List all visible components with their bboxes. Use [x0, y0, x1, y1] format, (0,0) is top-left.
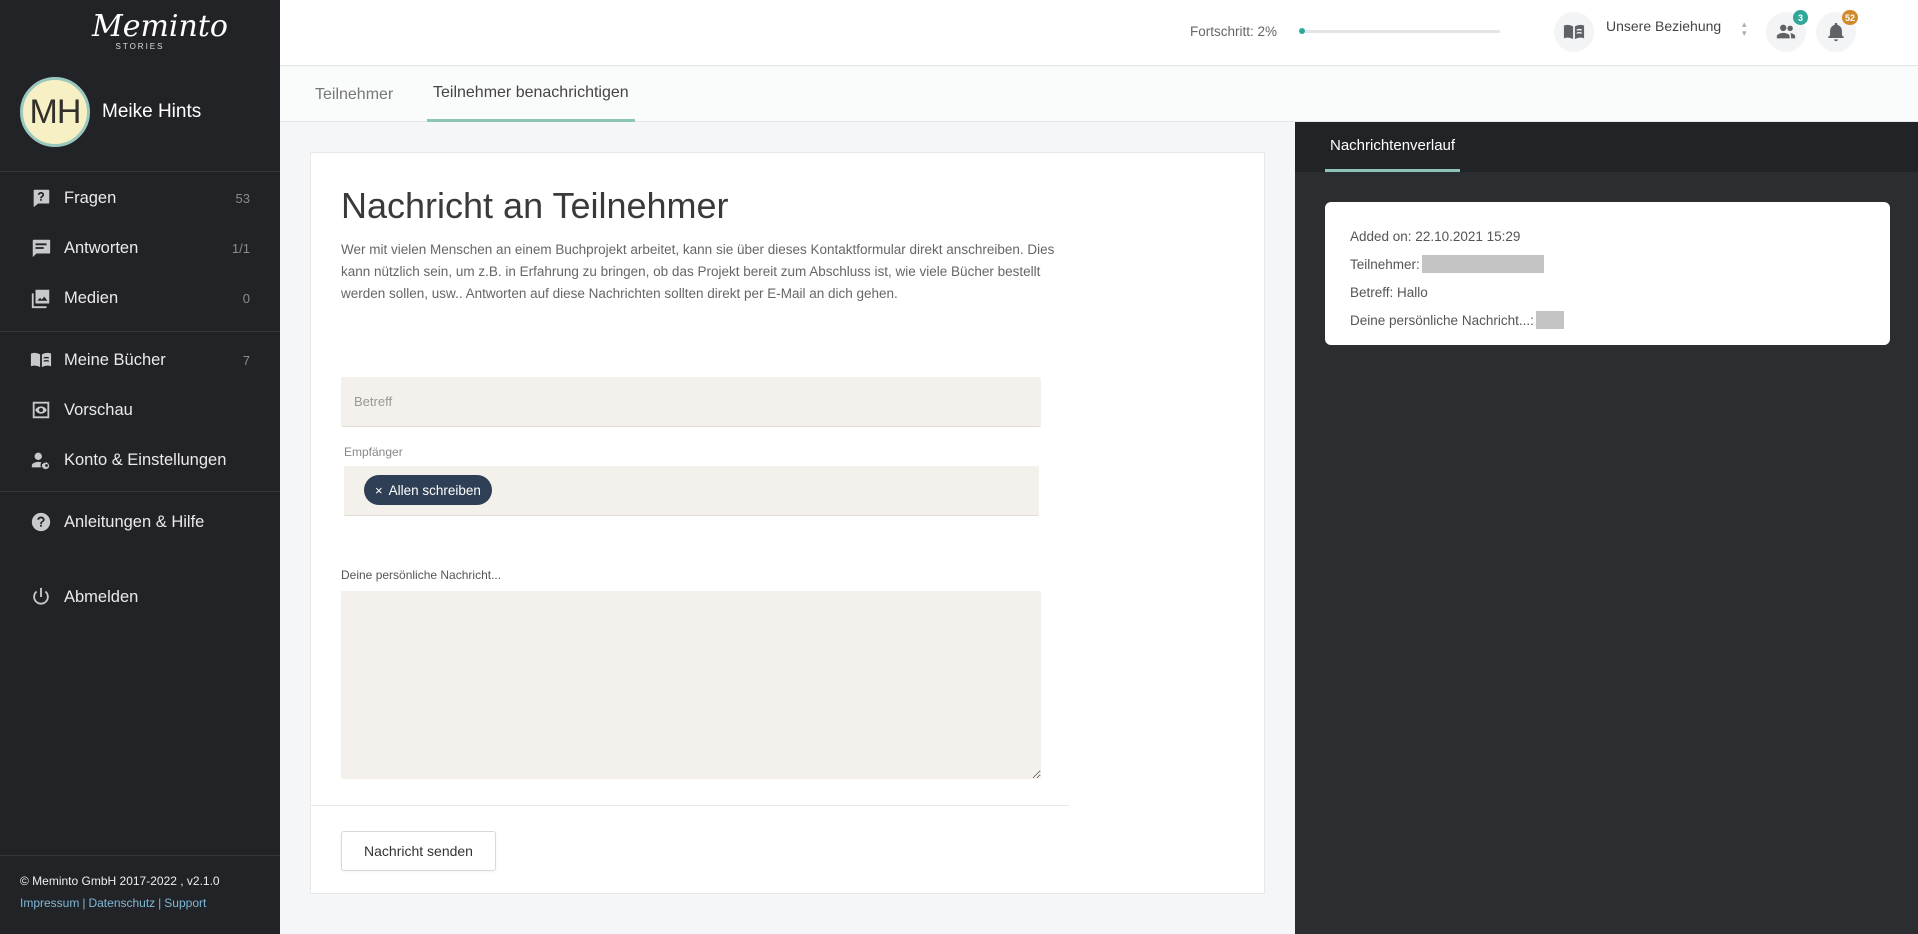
nav-divider	[0, 331, 280, 332]
book-switcher-button[interactable]	[1554, 12, 1594, 52]
power-icon	[30, 586, 52, 608]
entry-message: Deine persönliche Nachricht...:	[1350, 306, 1865, 334]
tab-bar: Teilnehmer Teilnehmer benachrichtigen	[280, 67, 1918, 122]
recipient-chip-label: Allen schreiben	[388, 482, 481, 498]
top-bar: Fortschritt: 2% Unsere Beziehung ▴ ▾ 3 52	[280, 0, 1918, 66]
participants-badge: 3	[1793, 10, 1808, 25]
sidebar-item-count: 0	[242, 290, 250, 306]
form-description: Wer mit vielen Menschen an einem Buchpro…	[341, 242, 1055, 301]
subject-field	[341, 377, 1041, 427]
sidebar-item-antworten[interactable]: Antworten 1/1	[0, 224, 280, 272]
progress-indicator	[1299, 28, 1305, 34]
recipient-chip[interactable]: × Allen schreiben	[364, 475, 492, 505]
sidebar-footer: © Meminto GmbH 2017-2022 , v2.1.0 Impres…	[0, 855, 280, 928]
help-icon	[30, 511, 52, 533]
sidebar: Meminto STORIES MH Meike Hints Fragen 53…	[0, 0, 280, 934]
tab-teilnehmer-benachrichtigen[interactable]: Teilnehmer benachrichtigen	[427, 67, 635, 122]
history-header: Nachrichtenverlauf	[1295, 122, 1918, 172]
form-divider	[311, 805, 1069, 806]
book-open-icon	[1563, 24, 1585, 40]
history-entry: Added on: 22.10.2021 15:29 Teilnehmer: B…	[1325, 202, 1890, 345]
sidebar-item-count: 1/1	[231, 240, 250, 256]
progress-label: Fortschritt: 2%	[1190, 24, 1278, 39]
subject-input[interactable]	[341, 377, 1041, 426]
sidebar-item-label: Konto & Einstellungen	[64, 450, 227, 469]
footer-links: Impressum | Datenschutz | Support	[20, 896, 260, 910]
avatar: MH	[20, 77, 90, 147]
sidebar-item-vorschau[interactable]: Vorschau	[0, 386, 280, 434]
link-separator: |	[82, 896, 86, 910]
sidebar-item-konto[interactable]: Konto & Einstellungen	[0, 436, 280, 484]
recipients-field[interactable]: × Allen schreiben	[344, 466, 1039, 516]
user-name: Meike Hints	[102, 101, 202, 122]
entry-participant: Teilnehmer:	[1350, 250, 1865, 278]
sidebar-item-label: Vorschau	[64, 400, 133, 419]
sidebar-item-label: Fragen	[64, 188, 117, 207]
sidebar-item-label: Medien	[64, 288, 119, 307]
sidebar-item-label: Meine Bücher	[64, 350, 166, 369]
message-history-panel: Nachrichtenverlauf Added on: 22.10.2021 …	[1295, 122, 1918, 934]
sidebar-item-fragen[interactable]: Fragen 53	[0, 174, 280, 222]
select-caret-icon: ▴ ▾	[1742, 19, 1747, 38]
participants-button[interactable]: 3	[1766, 10, 1808, 52]
chat-icon	[30, 237, 52, 259]
sidebar-item-label: Anleitungen & Hilfe	[64, 512, 205, 531]
redacted-message	[1535, 311, 1564, 329]
impressum-link[interactable]: Impressum	[20, 896, 79, 910]
tab-nachrichtenverlauf[interactable]: Nachrichtenverlauf	[1325, 122, 1461, 172]
datenschutz-link[interactable]: Datenschutz	[88, 896, 155, 910]
copyright-text: © Meminto GmbH 2017-2022 , v2.1.0	[20, 874, 220, 888]
sidebar-item-meine-buecher[interactable]: Meine Bücher 7	[0, 336, 280, 384]
message-label: Deine persönliche Nachricht...	[341, 568, 502, 582]
message-label: Deine persönliche Nachricht...:	[1350, 312, 1534, 328]
bell-icon	[1828, 22, 1844, 42]
sidebar-item-count: 7	[242, 352, 250, 368]
sidebar-item-label: Abmelden	[64, 587, 139, 606]
people-icon	[1776, 24, 1796, 39]
question-box-icon	[30, 187, 52, 209]
book-open-icon	[30, 349, 52, 371]
sidebar-item-count: 53	[235, 190, 250, 206]
logo-wordmark: Meminto	[92, 9, 228, 44]
entry-subject: Betreff: Hallo	[1350, 284, 1428, 300]
message-field	[341, 591, 1041, 779]
support-link[interactable]: Support	[164, 896, 206, 910]
user-profile[interactable]: MH Meike Hints	[20, 76, 201, 148]
notifications-button[interactable]: 52	[1816, 10, 1858, 52]
link-separator: |	[158, 896, 162, 910]
notifications-badge: 52	[1841, 10, 1858, 25]
image-icon	[30, 287, 52, 309]
sidebar-item-label: Antworten	[64, 238, 139, 257]
sidebar-item-medien[interactable]: Medien 0	[0, 274, 280, 322]
redacted-participant	[1421, 255, 1544, 273]
user-settings-icon	[30, 449, 52, 471]
sidebar-item-hilfe[interactable]: Anleitungen & Hilfe	[0, 498, 280, 546]
send-message-button[interactable]: Nachricht senden	[341, 831, 496, 871]
remove-chip-icon[interactable]: ×	[375, 483, 383, 498]
message-form-card: Nachricht an Teilnehmer Wer mit vielen M…	[310, 152, 1265, 894]
meminto-logo[interactable]: Meminto STORIES	[92, 9, 228, 58]
sidebar-item-abmelden[interactable]: Abmelden	[0, 573, 280, 621]
entry-date: Added on: 22.10.2021 15:29	[1350, 228, 1521, 244]
message-textarea[interactable]	[341, 591, 1041, 779]
page-title: Nachricht an Teilnehmer	[341, 185, 729, 226]
nav-divider	[0, 171, 280, 172]
progress-bar	[1299, 28, 1500, 34]
eye-icon	[30, 399, 52, 421]
tab-teilnehmer[interactable]: Teilnehmer	[309, 67, 399, 122]
participant-label: Teilnehmer:	[1350, 256, 1420, 272]
book-select[interactable]: Unsere Beziehung	[1606, 18, 1721, 34]
nav-divider	[0, 491, 280, 492]
recipients-label: Empfänger	[344, 445, 403, 459]
